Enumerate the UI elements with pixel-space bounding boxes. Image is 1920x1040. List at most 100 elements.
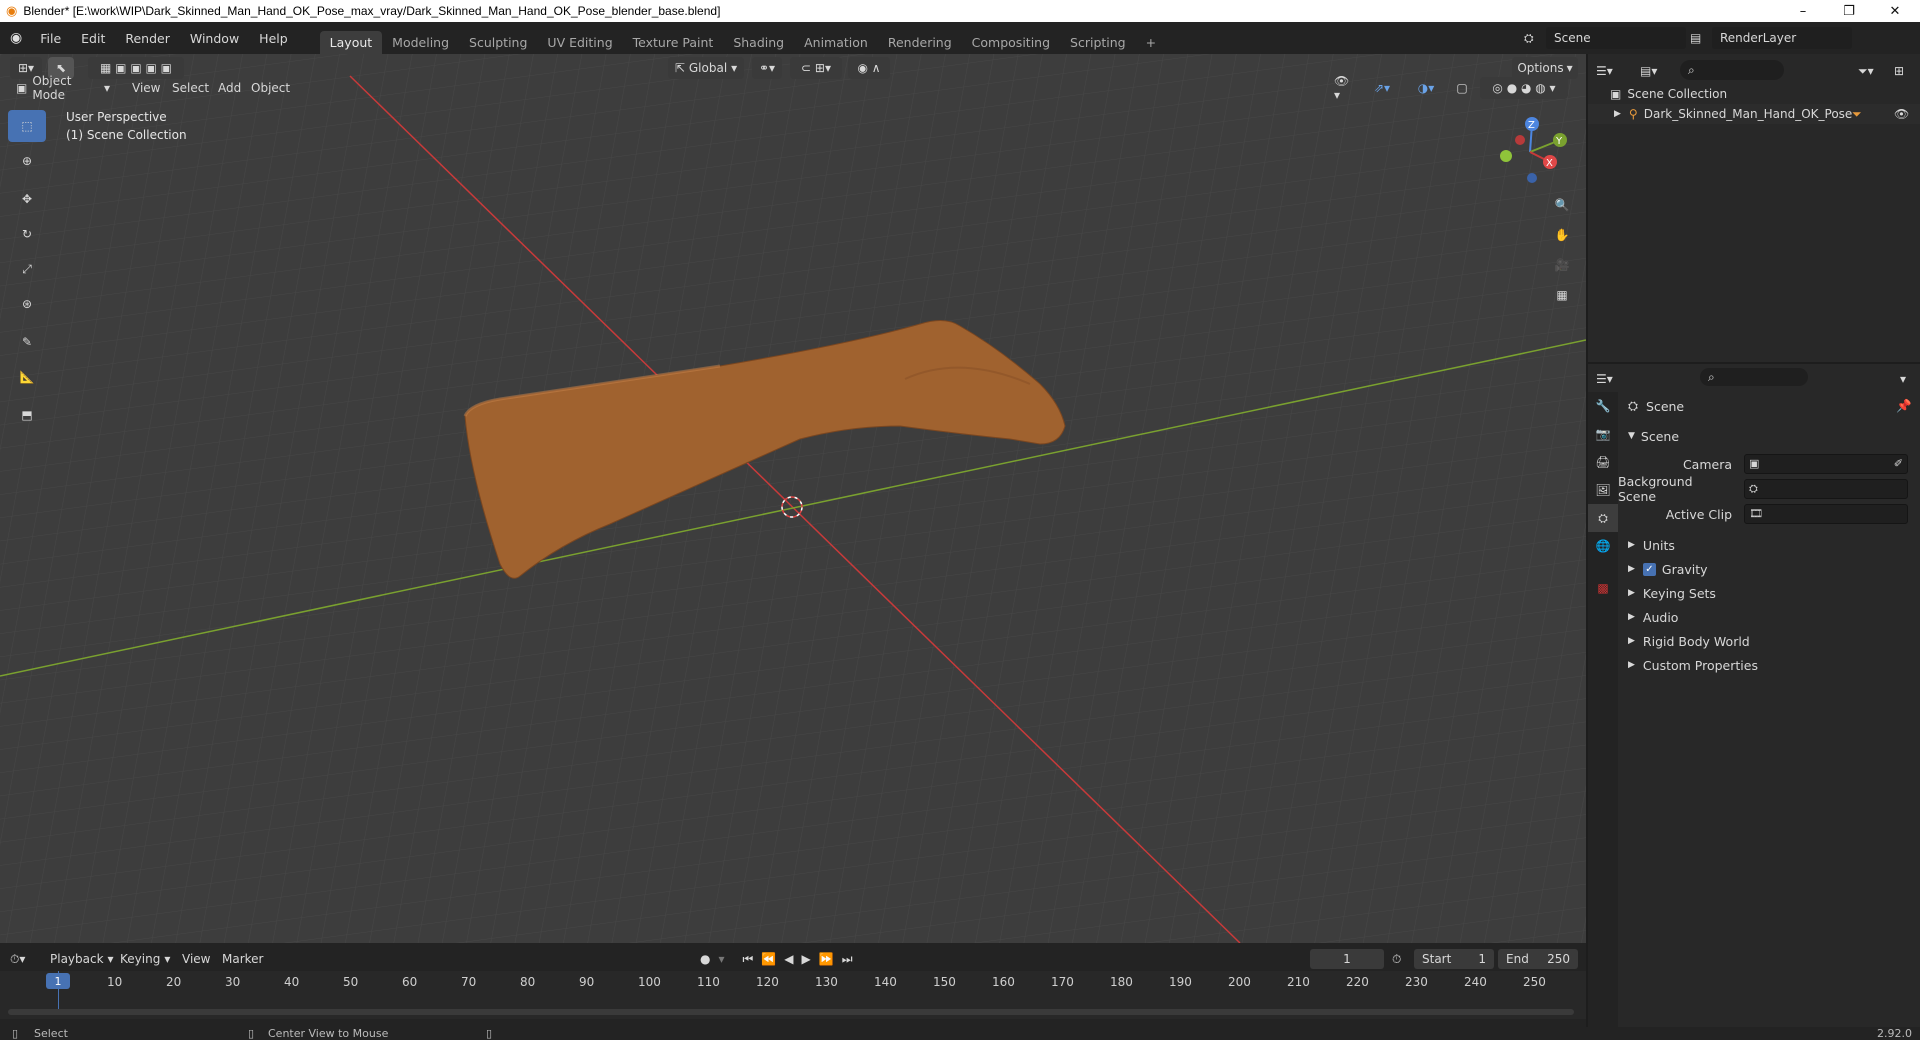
new-collection-icon[interactable]: ⊞ [1894, 60, 1914, 82]
selection-mode-buttons[interactable]: ▦ ▣ ▣ ▣ ▣ [88, 57, 184, 79]
playhead[interactable]: 1 [46, 973, 70, 989]
expand-arrow-icon[interactable]: ▶ [1614, 109, 1621, 119]
maximize-button[interactable]: ❐ [1826, 0, 1872, 22]
properties-search-input[interactable]: ⌕ [1700, 368, 1808, 386]
tab-scripting[interactable]: Scripting [1060, 31, 1136, 54]
auto-keying-icon[interactable]: ● [700, 952, 710, 966]
timeline-editor-type-icon[interactable]: ⏱▾ [10, 949, 40, 969]
custom-properties-panel-header[interactable]: ▶ Custom Properties [1618, 653, 1920, 677]
tab-texture-paint[interactable]: Texture Paint [623, 31, 724, 54]
minimize-button[interactable]: – [1780, 0, 1826, 22]
3d-viewport[interactable]: ⊞▾ ⬉ ▦ ▣ ▣ ▣ ▣ ⇱ Global ▾ ⚭▾ ⊂ ⊞▾ ◉ ∧ Op… [0, 54, 1586, 943]
playback-menu[interactable]: Playback ▾ [50, 949, 114, 969]
tool-tab-icon[interactable]: 🔧 [1588, 392, 1618, 420]
options-dropdown[interactable]: Options ▾ [1512, 57, 1578, 79]
jump-start-icon[interactable]: ⏮ [743, 952, 754, 967]
play-reverse-icon[interactable]: ◀ [784, 952, 793, 966]
shading-mode-buttons[interactable]: ◎ ● ◕ ◍ ▾ [1480, 77, 1568, 99]
current-frame-field[interactable]: 1 [1310, 949, 1384, 969]
background-scene-field[interactable]: ⛭ [1744, 479, 1908, 499]
outliner-item[interactable]: ▶ ⚲ Dark_Skinned_Man_Hand_OK_Pose ⏷ 👁 [1588, 104, 1920, 124]
output-tab-icon[interactable]: 🖨 [1588, 448, 1618, 476]
annotate-tool-icon[interactable]: ✎ [8, 326, 46, 358]
visibility-icon[interactable]: 👁▾ [1328, 74, 1358, 102]
timeline-scrollbar[interactable] [8, 1009, 1574, 1015]
transform-tool-icon[interactable]: ⊛ [8, 288, 46, 320]
display-mode-icon[interactable]: ▤▾ [1640, 60, 1672, 82]
overlay-toggle-icon[interactable]: ◑▾ [1408, 77, 1444, 99]
select-box-tool-icon[interactable]: ⬚ [8, 110, 46, 142]
marker-menu[interactable]: Marker [222, 949, 263, 969]
preview-range-icon[interactable]: ⏱ [1392, 949, 1401, 969]
object-mode-dropdown[interactable]: ▣ Object Mode ▾ [10, 74, 116, 102]
rigid-body-world-panel-header[interactable]: ▶ Rigid Body World [1618, 629, 1920, 653]
rotate-tool-icon[interactable]: ↻ [8, 218, 46, 250]
move-tool-icon[interactable]: ✥ [8, 183, 46, 215]
menu-select[interactable]: Select [166, 77, 215, 99]
scene-name-field[interactable]: Scene [1546, 27, 1686, 49]
properties-options-icon[interactable]: ▾ [1900, 368, 1906, 390]
scene-tab-icon[interactable]: ⛭ [1588, 504, 1618, 532]
keying-menu[interactable]: Keying ▾ [120, 949, 170, 969]
tab-modeling[interactable]: Modeling [382, 31, 459, 54]
view-layer-tab-icon[interactable]: 🖼 [1588, 476, 1618, 504]
menu-window[interactable]: Window [180, 31, 249, 46]
render-tab-icon[interactable]: 📷 [1588, 420, 1618, 448]
camera-field[interactable]: ▣ ✐ [1744, 454, 1908, 474]
snap-icon[interactable]: ⊂ ⊞▾ [790, 57, 842, 79]
units-panel-header[interactable]: ▶ Units [1618, 533, 1920, 557]
prev-keyframe-icon[interactable]: ⏪ [761, 952, 776, 966]
auto-keying-dropdown-icon[interactable]: ▾ [718, 952, 724, 966]
play-icon[interactable]: ▶ [802, 952, 811, 966]
ortho-grid-icon[interactable]: ▦ [1546, 280, 1578, 310]
filter-icon[interactable]: ⏷▾ [1858, 60, 1888, 82]
jump-end-icon[interactable]: ⏭ [842, 952, 853, 967]
eyedropper-icon[interactable]: ✐ [1894, 457, 1903, 470]
cursor-tool-icon[interactable]: ⊕ [8, 145, 46, 177]
zoom-icon[interactable]: 🔍 [1546, 190, 1578, 220]
menu-help[interactable]: Help [249, 31, 298, 46]
add-cube-tool-icon[interactable]: ⬒ [8, 399, 46, 431]
audio-panel-header[interactable]: ▶ Audio [1618, 605, 1920, 629]
properties-editor-type-icon[interactable]: ☰▾ [1596, 368, 1628, 390]
tab-layout[interactable]: Layout [319, 31, 383, 54]
tab-rendering[interactable]: Rendering [878, 31, 962, 54]
texture-tab-icon[interactable]: ▩ [1588, 574, 1618, 602]
tab-animation[interactable]: Animation [794, 31, 878, 54]
pan-hand-icon[interactable]: ✋ [1546, 220, 1578, 250]
menu-object[interactable]: Object [245, 77, 296, 99]
measure-tool-icon[interactable]: 📐 [8, 361, 46, 393]
xray-toggle-icon[interactable]: ▢ [1452, 77, 1472, 99]
menu-edit[interactable]: Edit [71, 31, 115, 46]
active-clip-field[interactable]: 🎞 [1744, 504, 1908, 524]
pivot-point-icon[interactable]: ⚭▾ [752, 57, 782, 79]
end-frame-field[interactable]: End 250 [1498, 949, 1578, 969]
outliner-search-input[interactable]: ⌕ [1680, 60, 1784, 80]
next-keyframe-icon[interactable]: ⏩ [819, 952, 834, 966]
close-button[interactable]: ✕ [1872, 0, 1918, 22]
gizmo-toggle-icon[interactable]: ⇗▾ [1364, 77, 1400, 99]
menu-add[interactable]: Add [212, 77, 247, 99]
eye-icon[interactable]: 👁 [1894, 107, 1909, 121]
menu-view[interactable]: View [126, 77, 166, 99]
navigation-gizmo[interactable]: Z Y X [1490, 110, 1570, 190]
scene-collection-row[interactable]: ▣ Scene Collection [1610, 84, 1727, 104]
view-layer-field[interactable]: RenderLayer [1712, 27, 1852, 49]
pin-icon[interactable]: 📌 [1896, 398, 1912, 414]
tab-sculpting[interactable]: Sculpting [459, 31, 537, 54]
camera-view-icon[interactable]: 🎥 [1546, 250, 1578, 280]
tab-shading[interactable]: Shading [723, 31, 794, 54]
gravity-checkbox[interactable]: ✓ [1642, 562, 1656, 576]
add-workspace-button[interactable]: + [1136, 31, 1166, 54]
scene-selector-icon[interactable]: ⛭ [1524, 27, 1544, 49]
keying-sets-panel-header[interactable]: ▶ Keying Sets [1618, 581, 1920, 605]
timeline-view-menu[interactable]: View [182, 949, 210, 969]
tab-compositing[interactable]: Compositing [962, 31, 1060, 54]
menu-file[interactable]: File [30, 31, 71, 46]
menu-render[interactable]: Render [115, 31, 180, 46]
tab-uv-editing[interactable]: UV Editing [537, 31, 622, 54]
outliner-editor-type-icon[interactable]: ☰▾ [1596, 60, 1628, 82]
gravity-panel-header[interactable]: ▶ ✓ Gravity [1618, 557, 1920, 581]
view-layer-icon[interactable]: ▤ [1690, 27, 1710, 49]
world-tab-icon[interactable]: 🌐 [1588, 532, 1618, 560]
